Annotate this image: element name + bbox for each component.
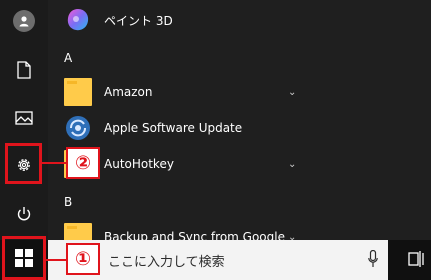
user-icon — [13, 10, 35, 32]
user-account-button[interactable] — [0, 3, 48, 39]
connector-line-1 — [46, 259, 66, 261]
callout-1: ① — [66, 243, 100, 275]
app-label-apple-software-update: Apple Software Update — [104, 121, 243, 135]
power-icon — [16, 206, 32, 222]
section-header-b[interactable]: B — [64, 195, 72, 209]
documents-button[interactable] — [0, 52, 48, 88]
callout-2: ② — [66, 147, 100, 179]
app-item-apple-software-update[interactable]: Apple Software Update — [48, 110, 308, 146]
chevron-down-icon: ⌄ — [288, 158, 297, 170]
folder-icon — [64, 78, 92, 106]
start-app-list: ペイント 3D A Amazon ⌄ Apple Software Update… — [48, 0, 308, 251]
app-label-amazon: Amazon — [104, 85, 153, 99]
paint-3d-icon — [64, 6, 92, 34]
start-highlight-box — [2, 236, 46, 280]
apple-software-update-icon — [64, 114, 92, 142]
connector-line-2 — [42, 162, 66, 164]
microphone-icon[interactable] — [368, 249, 378, 272]
app-label-paint-3d: ペイント 3D — [104, 13, 173, 28]
section-header-a[interactable]: A — [64, 51, 72, 65]
pictures-button[interactable] — [0, 100, 48, 136]
picture-icon — [15, 111, 33, 125]
start-left-rail — [0, 0, 48, 240]
settings-highlight-box — [5, 143, 42, 184]
task-view-icon[interactable] — [408, 250, 424, 272]
chevron-down-icon: ⌄ — [288, 86, 297, 98]
app-label-autohotkey: AutoHotkey — [104, 157, 174, 171]
power-button[interactable] — [0, 196, 48, 232]
document-icon — [17, 61, 31, 79]
search-input[interactable]: ここに入力して検索 — [108, 251, 225, 270]
app-item-paint-3d[interactable]: ペイント 3D — [48, 2, 308, 38]
app-item-amazon[interactable]: Amazon ⌄ — [48, 74, 308, 110]
